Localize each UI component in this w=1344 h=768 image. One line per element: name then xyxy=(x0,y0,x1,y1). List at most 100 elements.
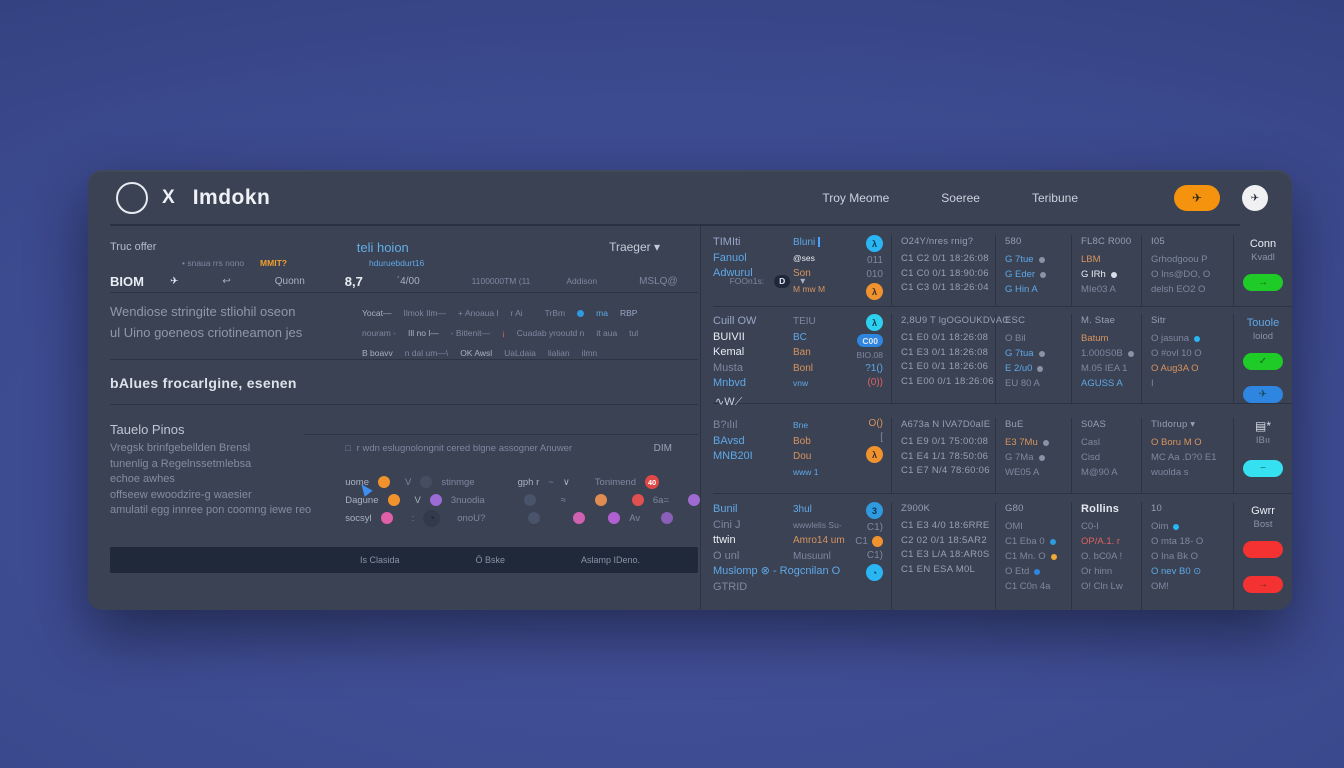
text-token: 1100000TM (11 xyxy=(472,276,531,286)
text-token[interactable]: ✈ xyxy=(170,276,178,287)
data-cell[interactable]: O nev B0 ⊙ xyxy=(1151,564,1233,579)
text-token: gph r xyxy=(518,477,540,488)
status-dot xyxy=(378,476,390,488)
data-cell[interactable]: G Hin A xyxy=(1005,282,1071,297)
text-token: : xyxy=(412,513,415,524)
timestamp-cell: C1 E3 4/0 18:6RRE xyxy=(901,519,995,534)
primary-action-button[interactable]: ✈ xyxy=(1174,185,1220,211)
col-names: B?ılılBAvsdMNB20I xyxy=(713,418,793,493)
cell-text: C1 C0n 4a xyxy=(1005,581,1050,592)
document-icon: ▤* xyxy=(1255,419,1271,435)
footer-item[interactable]: Aslamp IDeno. xyxy=(581,555,640,565)
column-header: Rollins xyxy=(1081,502,1141,519)
cell-text: OM! xyxy=(1151,581,1169,592)
text-token: stinmge xyxy=(441,477,474,488)
data-cell: 1.000S0B xyxy=(1081,346,1141,361)
sort-dropdown[interactable]: Traeger ▾ xyxy=(609,240,660,254)
cell-text: 1.000S0B xyxy=(1081,348,1123,359)
data-cell: MIe03 A xyxy=(1081,282,1141,297)
action-button[interactable]: ✓ xyxy=(1243,353,1283,370)
footer-item[interactable]: Ö Bske xyxy=(475,555,505,565)
cell-text: EU 80 A xyxy=(1005,378,1040,389)
token-row: uomeVstinmgegph r~∨Tonimend40 xyxy=(345,473,700,491)
subsection-row: Tauelo Pinos xyxy=(110,405,700,437)
data-cell: EU 80 A xyxy=(1005,376,1071,391)
data-cell[interactable]: G Eder xyxy=(1005,267,1071,282)
profile-button[interactable]: ✈ xyxy=(1242,185,1268,211)
nav-item-1[interactable]: Troy Meome xyxy=(822,191,889,205)
text-token: tul xyxy=(629,328,638,338)
nav-item-3[interactable]: Teribune xyxy=(1032,191,1078,205)
subname-cell[interactable]: www 1 xyxy=(793,465,853,481)
status-badge: ◔ xyxy=(423,510,440,527)
subname-cell: Son xyxy=(793,266,853,282)
text-token[interactable]: ↩ xyxy=(222,276,230,287)
cell-text: MC Aa .D?0 E1 xyxy=(1151,452,1216,463)
action-button[interactable]: → xyxy=(1243,274,1283,291)
name-cell[interactable]: Muslomp ⊗ - Rogcnilan O xyxy=(713,564,793,580)
token-row: Yocat—Ilmok Ilm—+ Anoaua lr AiTrBmmaRBP xyxy=(362,303,700,323)
text-token[interactable]: Quonn xyxy=(275,276,305,287)
text-token[interactable]: socsyl xyxy=(345,513,371,524)
action-button[interactable]: → xyxy=(1243,576,1283,593)
column-header: S0AS xyxy=(1081,418,1141,435)
text-line: tunenlig a Regelnssetmlebsa xyxy=(110,457,345,473)
name-cell[interactable]: Adwurul xyxy=(713,266,793,282)
text-token: C1 xyxy=(855,536,868,547)
data-cell: M@90 A xyxy=(1081,465,1141,480)
status-dot xyxy=(1039,455,1045,461)
footer-bar: Is Clasida Ö Bske Aslamp IDeno. xyxy=(110,547,698,573)
name-cell[interactable]: BAvsd xyxy=(713,434,793,450)
col-f: RollinsC0-IOP/A.1. rO. bC0A !Or hinnO! C… xyxy=(1071,502,1141,610)
subname-cell[interactable]: Bne xyxy=(793,418,853,434)
cell-text: G 7Ma xyxy=(1005,452,1034,463)
text-token: ?1() xyxy=(865,363,883,374)
cell-text: G Eder xyxy=(1005,269,1035,280)
data-cell[interactable]: G 7tua xyxy=(1005,346,1071,361)
data-cell[interactable]: E 2/u0 xyxy=(1005,361,1071,376)
name-cell[interactable]: Bunil xyxy=(713,502,793,518)
status-dot xyxy=(430,494,442,506)
data-cell[interactable]: AGUSS A xyxy=(1081,376,1141,391)
col-f: FL8C R000LBMG IRhMIe03 A xyxy=(1071,235,1141,306)
app-title: Imdokn xyxy=(193,186,271,210)
data-cell: C1 Mn. O xyxy=(1005,549,1071,564)
subname-cell[interactable]: BC xyxy=(793,330,853,346)
column-header: O24Y/nres rnig? xyxy=(901,235,995,252)
status-dot xyxy=(577,310,584,317)
nav-item-2[interactable]: Soeree xyxy=(941,191,980,205)
name-cell[interactable]: Mnbvd xyxy=(713,376,793,392)
center-link[interactable]: teli hoion xyxy=(156,240,609,255)
subname-cell: Musuunl xyxy=(793,549,853,565)
column-header: M. Stae xyxy=(1081,314,1141,331)
text-token: it aua xyxy=(596,328,617,338)
status-dot xyxy=(595,494,607,506)
name-cell: GTRID xyxy=(713,580,793,596)
subname-cell[interactable]: 3hul xyxy=(793,502,853,518)
col-e: BuEE3 7MuG 7MaWE05 A xyxy=(995,418,1071,493)
footer-item[interactable]: Is Clasida xyxy=(360,555,400,565)
col-g: 10OimO mta 18- OO Ina Bk OO nev B0 ⊙OM! xyxy=(1141,502,1233,610)
action-button[interactable]: − xyxy=(1243,460,1283,477)
text-token[interactable]: Dagune xyxy=(345,495,378,506)
data-cell: O Aug3A O xyxy=(1151,361,1233,376)
col-names: TIMItiFanuolAdwurul xyxy=(713,235,793,306)
action-button[interactable] xyxy=(1243,541,1283,558)
details-section: Vregsk brinfgebellden Brensltunenlig a R… xyxy=(110,437,700,539)
name-cell[interactable]: Fanuol xyxy=(713,251,793,267)
subname-cell[interactable]: Bluni xyxy=(793,235,853,251)
action-button[interactable]: ✈ xyxy=(1243,386,1283,403)
subname-cell[interactable]: vnw xyxy=(793,376,853,392)
text-token[interactable]: BIOM xyxy=(110,274,144,289)
name-cell[interactable]: MNB20I xyxy=(713,449,793,465)
notification-badge: 40 xyxy=(645,475,659,489)
name-cell: ttwin xyxy=(713,533,793,549)
text-token: 010 xyxy=(866,269,883,280)
data-cell[interactable]: G 7tue xyxy=(1005,252,1071,267)
col-names: Cuill OWBUIVIIKemalMustaMnbvd xyxy=(713,314,793,403)
col-g: Tlıdorup ▾O Boru M OMC Aa .D?0 E1wuolda … xyxy=(1141,418,1233,493)
text-token: r Ai xyxy=(510,308,522,318)
checkbox[interactable]: □ xyxy=(345,443,350,453)
data-cell: C0-I xyxy=(1081,519,1141,534)
text-token: lialian xyxy=(548,348,570,358)
